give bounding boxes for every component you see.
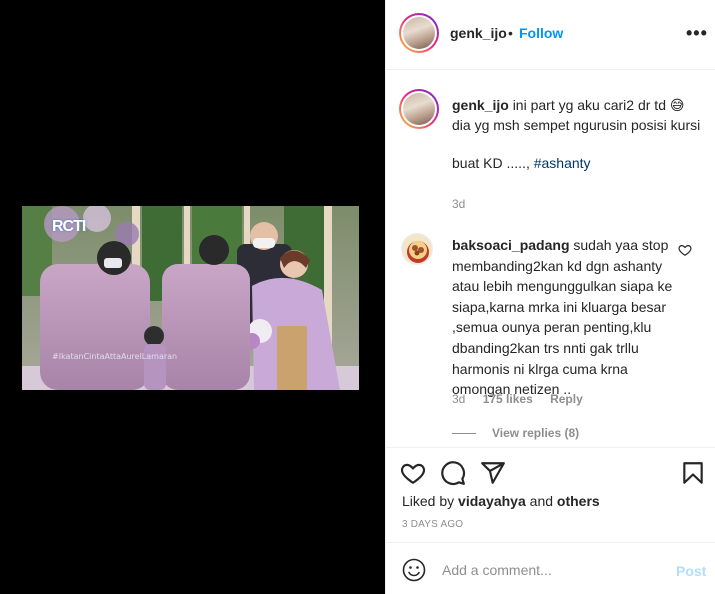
replies-divider (452, 433, 476, 435)
liked-and: and (529, 493, 554, 509)
post-caption: genk_ijo ini part yg aku cari2 dr td 😅 d… (452, 95, 702, 173)
comment-time[interactable]: 3d (452, 392, 465, 406)
add-comment-input[interactable] (442, 557, 662, 583)
caption-username[interactable]: genk_ijo (452, 97, 509, 113)
comment-likes[interactable]: 175 likes (483, 392, 533, 406)
post-comment-button[interactable]: Post (676, 563, 706, 579)
video-watermark-hashtag: #IkatanCintaAttaAurelLamaran (52, 352, 178, 361)
emoji-icon[interactable] (402, 558, 426, 582)
tv-channel-logo: RCTI (52, 218, 86, 235)
share-icon[interactable] (480, 460, 506, 486)
media-pane: RCTI #IkatanCintaAttaAurelLamaran (0, 0, 385, 594)
instagram-post-modal: RCTI #IkatanCintaAttaAurelLamaran genk_i… (0, 0, 715, 594)
separator-dot: • (508, 25, 513, 41)
liked-by-text: Liked by vidayahya and others (402, 493, 600, 509)
comment-username[interactable]: baksoaci_padang (452, 237, 570, 253)
more-options-icon[interactable]: ••• (686, 24, 708, 42)
comment-like-heart-icon[interactable] (678, 243, 692, 257)
comment-text: sudah yaa stop membanding2kan kd dgn ash… (452, 237, 673, 398)
post-actions-bar: Liked by vidayahya and others 3 DAYS AGO (386, 447, 715, 542)
post-header: genk_ijo • Follow ••• (386, 0, 715, 70)
post-side-panel: genk_ijo • Follow ••• genk_ijo ini part … (385, 0, 715, 594)
liked-prefix: Liked by (402, 493, 455, 509)
caption-hashtag[interactable]: #ashanty (534, 155, 591, 171)
add-comment-bar: Post (386, 542, 715, 594)
post-timestamp[interactable]: 3 DAYS AGO (402, 519, 463, 530)
view-replies-button[interactable]: View replies (8) (452, 426, 579, 440)
view-replies-label: View replies (8) (492, 426, 580, 440)
caption-timestamp[interactable]: 3d (452, 197, 465, 211)
comment-icon[interactable] (440, 460, 466, 486)
comment-meta: 3d 175 likes Reply (452, 392, 597, 406)
bakso-bowl-icon (407, 241, 429, 263)
commenter-avatar[interactable] (401, 233, 433, 265)
comments-scroll-area[interactable]: genk_ijo ini part yg aku cari2 dr td 😅 d… (386, 71, 715, 446)
header-username[interactable]: genk_ijo (450, 25, 507, 41)
post-video[interactable]: RCTI #IkatanCintaAttaAurelLamaran (22, 206, 359, 390)
follow-button[interactable]: Follow (519, 25, 563, 41)
liked-by-others[interactable]: others (557, 493, 600, 509)
bookmark-icon[interactable] (680, 460, 706, 486)
liked-by-user[interactable]: vidayahya (458, 493, 526, 509)
caption-line-2: buat KD ....., #ashanty (452, 155, 591, 171)
comment-item: baksoaci_padang sudah yaa stop membandin… (452, 235, 684, 400)
header-avatar[interactable] (399, 13, 439, 53)
heart-icon[interactable] (400, 460, 426, 486)
caption-avatar[interactable] (399, 89, 439, 129)
caption-text-2: buat KD ..... (452, 155, 526, 171)
comment-reply-button[interactable]: Reply (550, 392, 583, 406)
